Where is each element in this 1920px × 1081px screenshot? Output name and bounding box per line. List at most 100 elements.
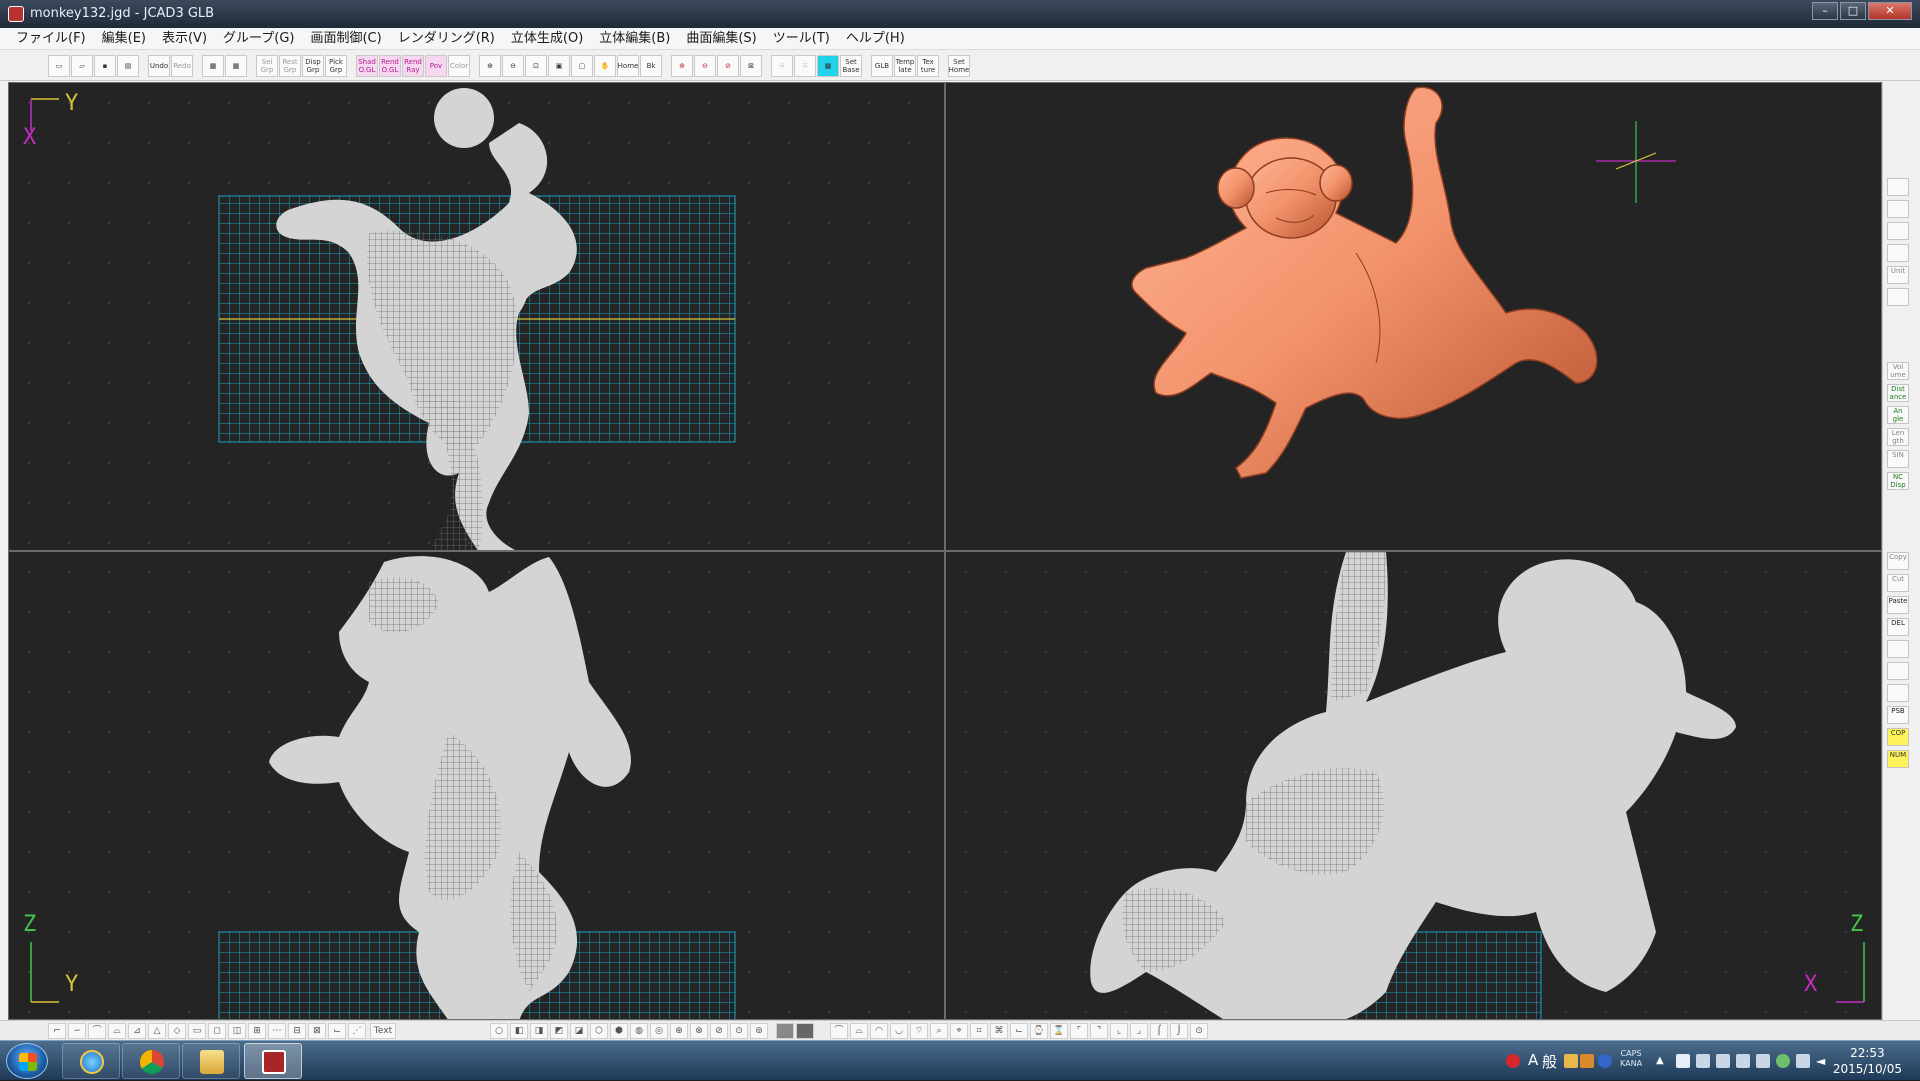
bottom-surface-2[interactable]: ⌓ xyxy=(850,1023,868,1039)
jcad-taskbar-button[interactable] xyxy=(244,1043,302,1079)
bottom-surface-6[interactable]: ⌕ xyxy=(930,1023,948,1039)
bottom-tool-15[interactable]: ⌙ xyxy=(328,1023,346,1039)
viewport-top-canvas[interactable] xyxy=(9,83,945,551)
bottom-tool-7[interactable]: ◇ xyxy=(168,1023,186,1039)
bottom-tool-9[interactable]: ◻ xyxy=(208,1023,226,1039)
menu-surface-edit[interactable]: 曲面編集(S) xyxy=(678,28,764,50)
pick-grp-button[interactable]: Pick Grp xyxy=(325,54,347,77)
disp-grp-button[interactable]: Disp Grp xyxy=(302,54,324,77)
back-view-button[interactable]: Bk xyxy=(640,54,662,77)
bottom-surface-10[interactable]: ⌙ xyxy=(1010,1023,1028,1039)
zoom-out-icon[interactable]: ⊖ xyxy=(502,54,524,77)
copy-button[interactable]: Copy xyxy=(1887,552,1909,570)
snap-grid-icon[interactable]: ⁙ xyxy=(794,54,816,77)
zoom-fit-icon[interactable]: ⊡ xyxy=(525,54,547,77)
explorer-taskbar-button[interactable] xyxy=(182,1043,240,1079)
tray-expand-icon[interactable]: ▲ xyxy=(1656,1054,1670,1068)
flag-icon[interactable] xyxy=(1716,1054,1730,1068)
pov-button[interactable]: Pov xyxy=(425,54,447,77)
layer-icon[interactable]: ▦ xyxy=(202,54,224,77)
bottom-solid-7[interactable]: ⬢ xyxy=(610,1023,628,1039)
pan-hand-icon[interactable]: ✋ xyxy=(594,54,616,77)
viewport-perspective[interactable] xyxy=(945,82,1882,551)
bottom-solid-5[interactable]: ◪ xyxy=(570,1023,588,1039)
set-home-button[interactable]: Set Home xyxy=(948,54,970,77)
sel-grp-button[interactable]: Sel Grp xyxy=(256,54,278,77)
bottom-tool-2[interactable]: ∽ xyxy=(68,1023,86,1039)
bottom-tool-12[interactable]: ⋯ xyxy=(268,1023,286,1039)
bottom-tool-3[interactable]: ⌒ xyxy=(88,1023,106,1039)
length-button[interactable]: Len gth xyxy=(1887,428,1909,446)
menu-solid-create[interactable]: 立体生成(O) xyxy=(503,28,591,50)
home-view-button[interactable]: Home xyxy=(617,54,639,77)
distance-button[interactable]: Dist ance xyxy=(1887,384,1909,402)
close-button[interactable]: ✕ xyxy=(1868,2,1912,20)
volume-icon[interactable]: ◄ xyxy=(1816,1054,1830,1068)
viewport-side[interactable]: Z Y xyxy=(8,551,945,1020)
sidebar-edit-7[interactable] xyxy=(1887,684,1909,702)
windows-grid-icon[interactable] xyxy=(1676,1054,1690,1068)
psb-button[interactable]: PSB xyxy=(1887,706,1909,724)
bottom-solid-4[interactable]: ◩ xyxy=(550,1023,568,1039)
undo-button[interactable]: Undo xyxy=(148,54,170,77)
viewport-front[interactable]: Z X xyxy=(945,551,1882,1020)
bottom-shade-1[interactable] xyxy=(776,1023,794,1039)
zoom-window-icon[interactable]: ▣ xyxy=(548,54,570,77)
bottom-surface-4[interactable]: ◡ xyxy=(890,1023,908,1039)
bottom-tool-6[interactable]: △ xyxy=(148,1023,166,1039)
tray-app-icon[interactable] xyxy=(1506,1054,1520,1068)
viewport-side-canvas[interactable] xyxy=(9,552,945,1020)
bottom-solid-12[interactable]: ⊘ xyxy=(710,1023,728,1039)
sidebar-tool-4[interactable] xyxy=(1887,244,1909,262)
bottom-surface-18[interactable]: ⌡ xyxy=(1170,1023,1188,1039)
viewport-front-canvas[interactable] xyxy=(946,552,1882,1020)
menu-edit[interactable]: 編集(E) xyxy=(94,28,154,50)
bottom-surface-3[interactable]: ◠ xyxy=(870,1023,888,1039)
chrome-taskbar-button[interactable] xyxy=(122,1043,180,1079)
bottom-solid-6[interactable]: ⬡ xyxy=(590,1023,608,1039)
action-center-icon[interactable] xyxy=(1696,1054,1710,1068)
battery-icon[interactable] xyxy=(1796,1054,1810,1068)
bottom-surface-17[interactable]: ⌠ xyxy=(1150,1023,1168,1039)
print-icon[interactable]: ▤ xyxy=(117,54,139,77)
rend-ray-button[interactable]: Rend Ray xyxy=(402,54,424,77)
zoom-red-out-icon[interactable]: ⊖ xyxy=(694,54,716,77)
bottom-surface-14[interactable]: ⌝ xyxy=(1090,1023,1108,1039)
maximize-button[interactable]: □ xyxy=(1840,2,1866,20)
set-base-button[interactable]: Set Base xyxy=(840,54,862,77)
zoom-in-icon[interactable]: ⊕ xyxy=(479,54,501,77)
bottom-surface-7[interactable]: ⌖ xyxy=(950,1023,968,1039)
color-button[interactable]: Color xyxy=(448,54,470,77)
menu-help[interactable]: ヘルプ(H) xyxy=(838,28,913,50)
delete-button[interactable]: DEL xyxy=(1887,618,1909,636)
bottom-tool-10[interactable]: ◫ xyxy=(228,1023,246,1039)
bottom-solid-14[interactable]: ⊚ xyxy=(750,1023,768,1039)
grid-icon[interactable]: ▦ xyxy=(225,54,247,77)
bottom-surface-9[interactable]: ⌘ xyxy=(990,1023,1008,1039)
bottom-surface-5[interactable]: ⌔ xyxy=(910,1023,928,1039)
rendered-monkey-model[interactable] xyxy=(946,83,1882,551)
paste-button[interactable]: Paste xyxy=(1887,596,1909,614)
power-icon[interactable] xyxy=(1736,1054,1750,1068)
grid-toggle-icon[interactable]: ▦ xyxy=(817,54,839,77)
bottom-solid-10[interactable]: ⊕ xyxy=(670,1023,688,1039)
network-icon[interactable] xyxy=(1776,1054,1790,1068)
bottom-tool-4[interactable]: ⌓ xyxy=(108,1023,126,1039)
bottom-solid-9[interactable]: ◎ xyxy=(650,1023,668,1039)
ime-mode[interactable]: 般 xyxy=(1542,1051,1557,1072)
bottom-solid-8[interactable]: ◍ xyxy=(630,1023,648,1039)
fit-view-icon[interactable]: ⊠ xyxy=(740,54,762,77)
sidebar-tool-1[interactable] xyxy=(1887,178,1909,196)
app-icon[interactable] xyxy=(8,6,24,22)
minimize-button[interactable]: – xyxy=(1812,2,1838,20)
bottom-surface-8[interactable]: ⌗ xyxy=(970,1023,988,1039)
bottom-tool-16[interactable]: ⋰ xyxy=(348,1023,366,1039)
bottom-tool-11[interactable]: ⊞ xyxy=(248,1023,266,1039)
bottom-surface-1[interactable]: ⌒ xyxy=(830,1023,848,1039)
sidebar-edit-6[interactable] xyxy=(1887,662,1909,680)
clock[interactable]: 22:53 2015/10/05 xyxy=(1833,1045,1902,1077)
menu-solid-edit[interactable]: 立体編集(B) xyxy=(591,28,678,50)
ie-taskbar-button[interactable] xyxy=(62,1043,120,1079)
menu-rendering[interactable]: レンダリング(R) xyxy=(390,28,503,50)
windows-start-icon[interactable] xyxy=(6,1043,48,1079)
